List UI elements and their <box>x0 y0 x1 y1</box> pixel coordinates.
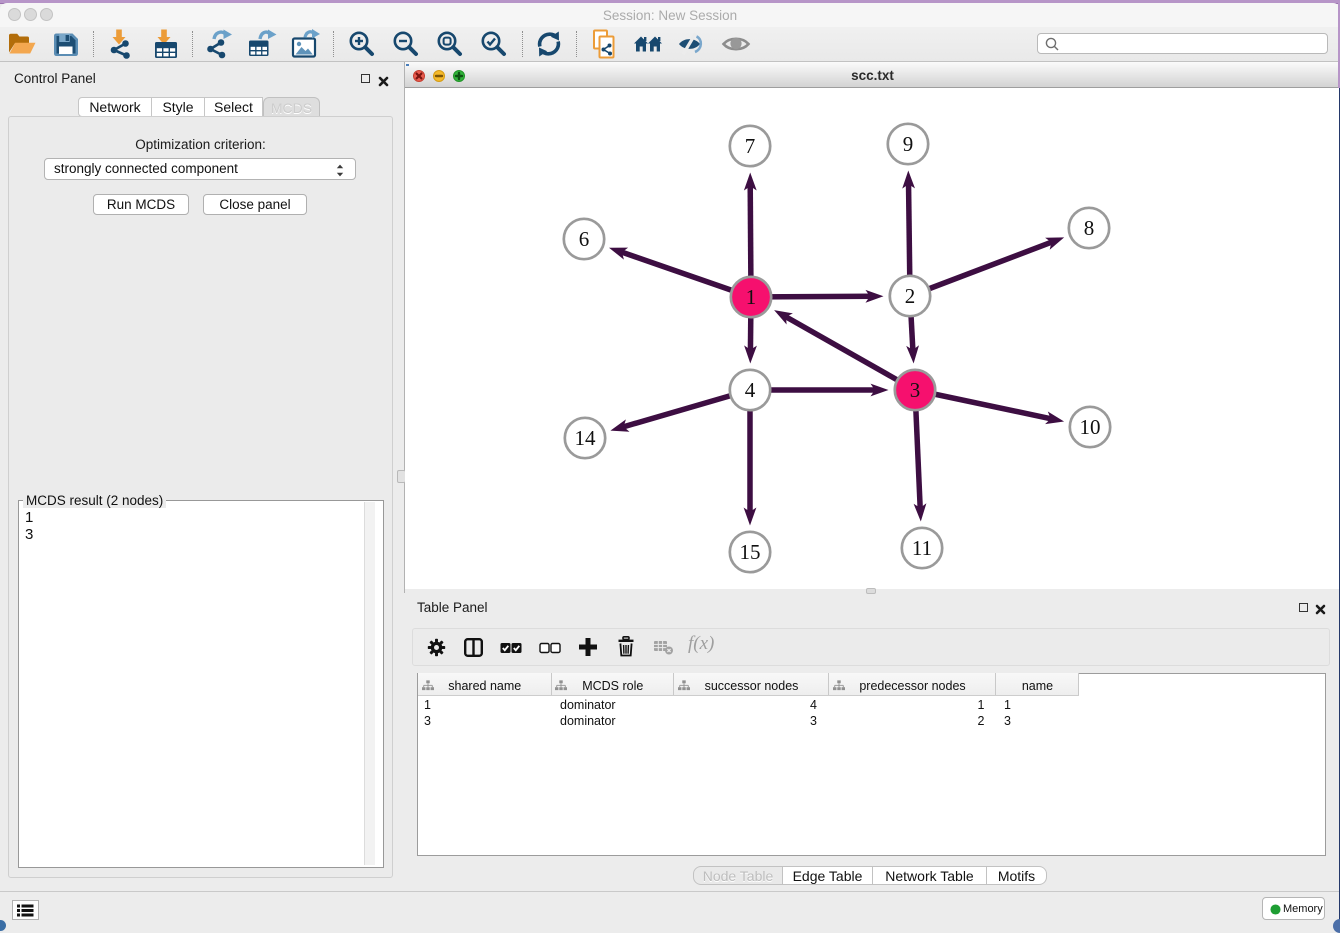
svg-text:4: 4 <box>745 378 756 402</box>
svg-text:2: 2 <box>905 284 916 308</box>
svg-text:8: 8 <box>1084 216 1095 240</box>
svg-text:10: 10 <box>1080 415 1101 439</box>
svg-text:14: 14 <box>575 426 597 450</box>
svg-text:1: 1 <box>746 285 757 309</box>
svg-text:9: 9 <box>903 132 914 156</box>
svg-text:6: 6 <box>579 227 590 251</box>
svg-text:7: 7 <box>745 134 756 158</box>
svg-text:3: 3 <box>910 378 921 402</box>
svg-text:15: 15 <box>740 540 761 564</box>
svg-text:11: 11 <box>912 536 932 560</box>
